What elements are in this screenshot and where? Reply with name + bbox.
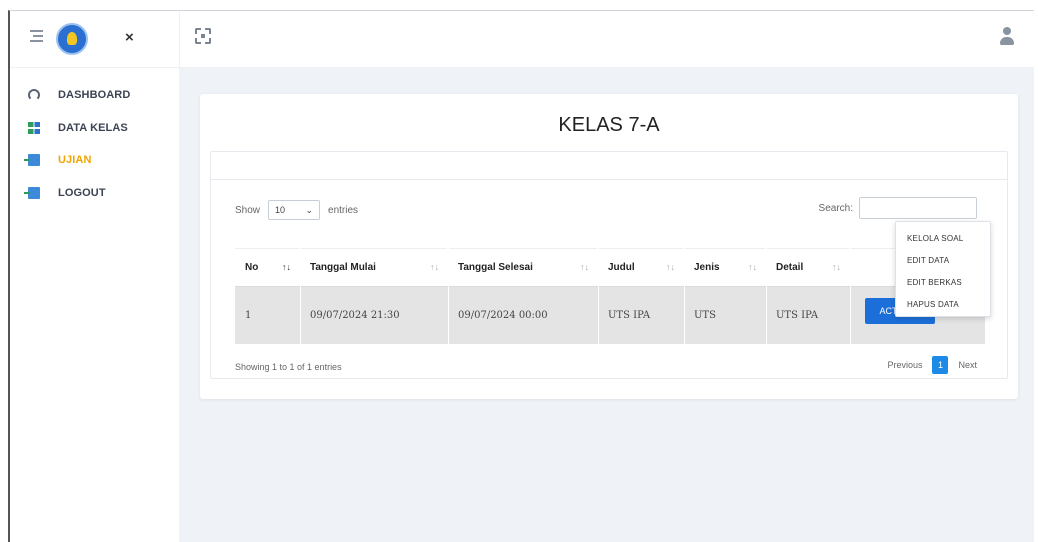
col-header-label: No	[245, 261, 259, 273]
col-header-label: Judul	[608, 261, 635, 273]
sidebar-item-label: DASHBOARD	[58, 89, 131, 101]
sidebar-item-label: LOGOUT	[58, 187, 106, 199]
cell-jenis: UTS	[694, 309, 716, 321]
sort-icon: ↑↓	[832, 262, 841, 272]
sidebar-item-label: UJIAN	[58, 154, 92, 166]
col-header-judul[interactable]: Judul ↑↓	[598, 248, 684, 286]
cell-tanggal-mulai: 09/07/2024 21:30	[310, 309, 400, 321]
fullscreen-icon[interactable]	[195, 28, 211, 44]
col-header-label: Jenis	[694, 261, 720, 273]
cell-judul: UTS IPA	[608, 309, 651, 321]
sidebar-item-data-kelas[interactable]: DATA KELAS	[28, 119, 128, 137]
entries-value: 10	[275, 205, 286, 215]
next-page-button[interactable]: Next	[958, 360, 977, 370]
panel-header	[211, 152, 1007, 180]
entries-label: entries	[328, 204, 359, 216]
sidebar-item-dashboard[interactable]: DASHBOARD	[28, 86, 130, 104]
user-icon[interactable]	[1000, 27, 1014, 45]
sidebar-item-ujian[interactable]: UJIAN	[24, 151, 92, 169]
sort-icon: ↑↓	[282, 262, 291, 272]
length-control: Show 10 ⌄ entries	[235, 200, 358, 220]
sidebar-item-logout[interactable]: LOGOUT	[24, 184, 106, 202]
app-window: × DASHBOARD DATA KELAS UJIAN LOGOUT KELA…	[8, 10, 1034, 542]
col-header-label: Detail	[776, 261, 804, 273]
pagination: Previous 1 Next	[887, 356, 977, 374]
sidebar: DASHBOARD DATA KELAS UJIAN LOGOUT	[10, 68, 180, 542]
search-input[interactable]	[859, 197, 977, 219]
dashboard-gauge-icon	[28, 89, 40, 101]
action-dropdown-menu: KELOLA SOAL EDIT DATA EDIT BERKAS HAPUS …	[895, 221, 991, 317]
page-1-button[interactable]: 1	[932, 356, 949, 374]
col-header-jenis[interactable]: Jenis ↑↓	[684, 248, 766, 286]
menu-item-hapus-data[interactable]: HAPUS DATA	[907, 300, 959, 309]
door-icon	[24, 154, 40, 166]
cell-tanggal-selesai: 09/07/2024 00:00	[458, 309, 548, 321]
show-label: Show	[235, 204, 261, 216]
menu-icon[interactable]	[30, 30, 43, 45]
class-card: KELAS 7-A Show 10 ⌄ entries Search: No ↑…	[200, 94, 1018, 399]
col-header-label: Tanggal Mulai	[310, 261, 376, 273]
menu-item-kelola-soal[interactable]: KELOLA SOAL	[907, 234, 963, 243]
search-label: Search:	[818, 202, 853, 214]
sort-icon: ↑↓	[748, 262, 757, 272]
search-control: Search:	[819, 197, 977, 219]
door-icon	[24, 187, 40, 199]
sort-icon: ↑↓	[580, 262, 589, 272]
cell-detail: UTS IPA	[776, 309, 819, 321]
col-divider	[850, 248, 851, 344]
entries-select[interactable]: 10 ⌄	[268, 200, 321, 220]
brand-area: ×	[10, 11, 180, 68]
close-icon[interactable]: ×	[125, 29, 134, 46]
table-panel: Show 10 ⌄ entries Search: No ↑↓ Tanggal M…	[210, 151, 1008, 379]
chevron-down-icon: ⌄	[305, 204, 314, 215]
col-header-detail[interactable]: Detail ↑↓	[766, 248, 850, 286]
menu-item-edit-berkas[interactable]: EDIT BERKAS	[907, 278, 962, 287]
col-header-label: Tanggal Selesai	[458, 261, 533, 273]
top-bar: ×	[10, 11, 1034, 68]
col-header-no[interactable]: No ↑↓	[235, 248, 300, 286]
grid-icon	[28, 122, 40, 134]
sort-icon: ↑↓	[666, 262, 675, 272]
page-title: KELAS 7-A	[558, 114, 660, 136]
tut-wuri-handayani-logo	[56, 23, 88, 55]
main-content: KELAS 7-A Show 10 ⌄ entries Search: No ↑…	[180, 68, 1034, 542]
col-header-tanggal-selesai[interactable]: Tanggal Selesai ↑↓	[448, 248, 598, 286]
cell-no: 1	[245, 309, 252, 321]
table-info: Showing 1 to 1 of 1 entries	[235, 362, 342, 372]
sidebar-item-label: DATA KELAS	[58, 122, 128, 134]
sort-icon: ↑↓	[430, 262, 439, 272]
menu-item-edit-data[interactable]: EDIT DATA	[907, 256, 949, 265]
previous-page-button[interactable]: Previous	[887, 360, 922, 370]
col-header-tanggal-mulai[interactable]: Tanggal Mulai ↑↓	[300, 248, 448, 286]
